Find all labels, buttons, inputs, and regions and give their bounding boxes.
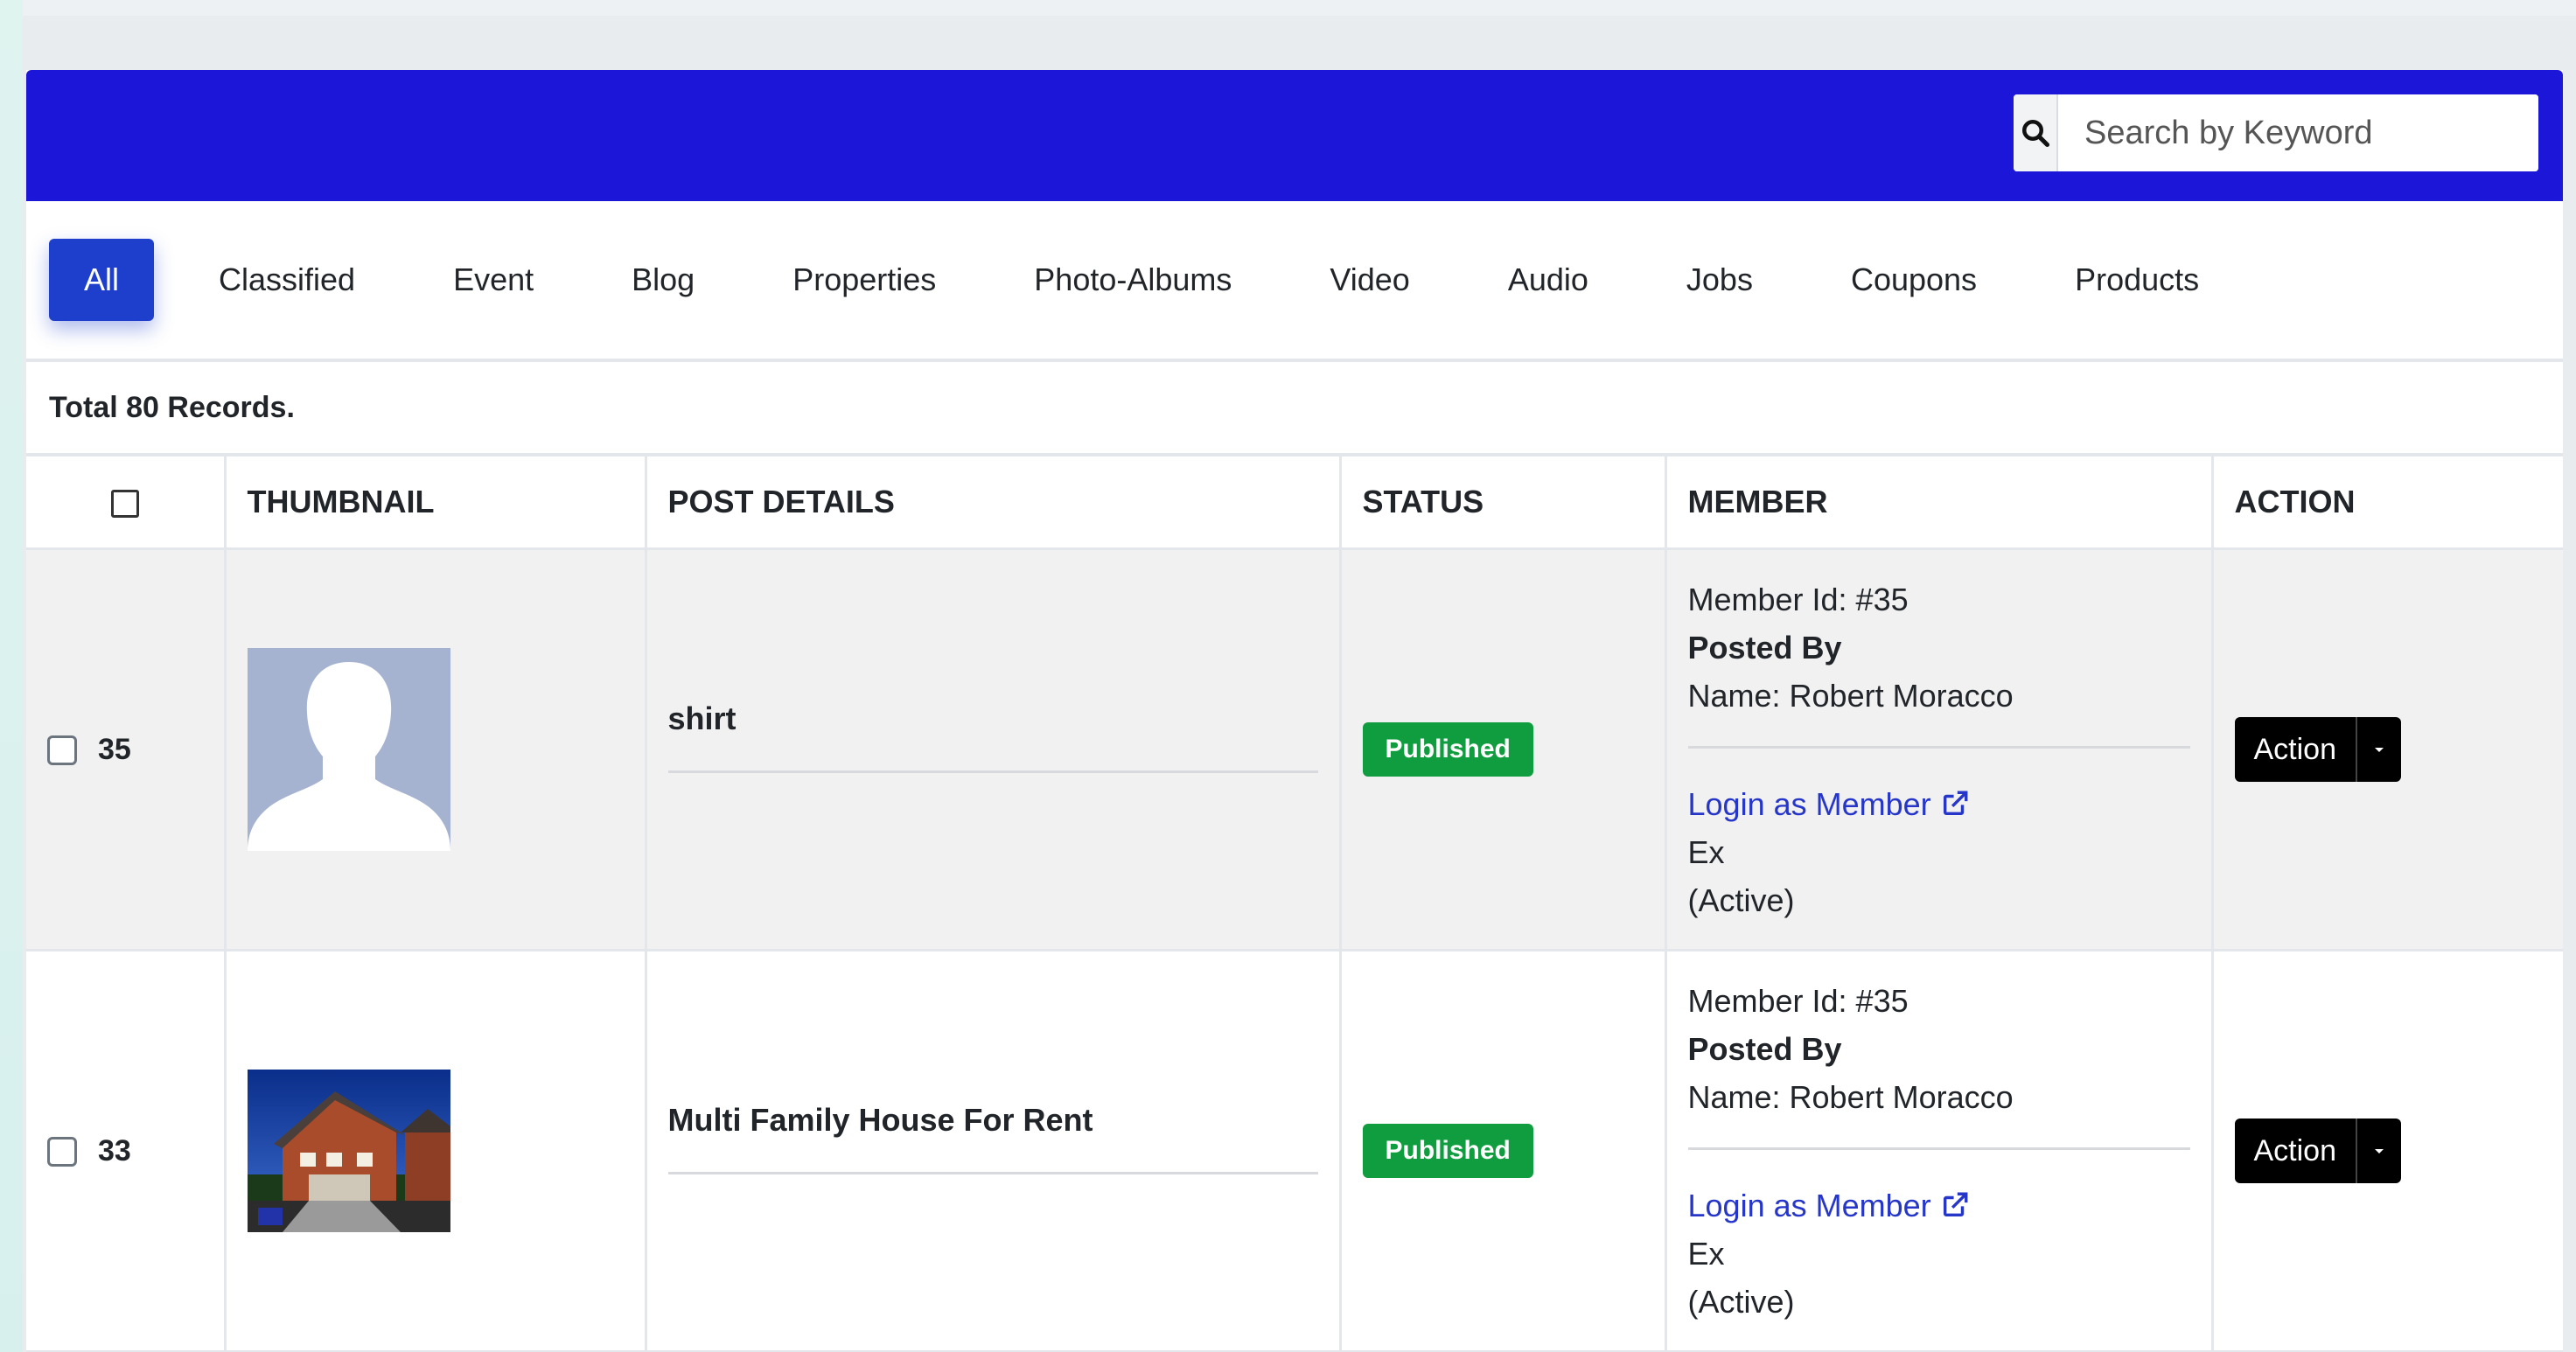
tab-blog[interactable]: Blog bbox=[583, 239, 743, 321]
search-icon bbox=[2021, 120, 2049, 148]
row-checkbox[interactable] bbox=[47, 1136, 77, 1167]
member-cell: Member Id: #35 Posted By Name: Robert Mo… bbox=[1665, 548, 2214, 951]
member-name: Name: Robert Moracco bbox=[1687, 1078, 2014, 1115]
member-divider bbox=[1687, 745, 2190, 749]
tab-photo-albums[interactable]: Photo-Albums bbox=[985, 239, 1281, 321]
top-strip bbox=[0, 0, 2576, 16]
select-cell: 35 bbox=[26, 548, 227, 951]
listings-table: THUMBNAIL POST DETAILS STATUS MEMBER ACT… bbox=[26, 456, 2563, 1352]
row-id: 33 bbox=[98, 1134, 131, 1168]
login-as-member-link[interactable]: Login as Member bbox=[1688, 1181, 2190, 1230]
thumbnail-cell bbox=[225, 950, 647, 1352]
col-action: ACTION bbox=[2212, 456, 2563, 550]
avatar-placeholder-image[interactable] bbox=[247, 648, 450, 851]
post-details-cell: shirt bbox=[646, 548, 1342, 951]
external-link-icon bbox=[1943, 1192, 1968, 1217]
member-type: Ex bbox=[1687, 1235, 1725, 1272]
member-id: Member Id: #35 bbox=[1687, 982, 1909, 1019]
search-input[interactable] bbox=[2058, 94, 2538, 171]
status-cell: Published bbox=[1340, 950, 1667, 1352]
post-title[interactable]: shirt bbox=[667, 700, 1318, 773]
login-link-label: Login as Member bbox=[1687, 1187, 1931, 1223]
tab-coupons[interactable]: Coupons bbox=[1802, 239, 2026, 321]
action-cell: Action bbox=[2212, 548, 2563, 951]
select-cell: 33 bbox=[26, 950, 227, 1352]
left-strip bbox=[0, 0, 23, 1352]
member-id: Member Id: #35 bbox=[1687, 581, 1909, 617]
tab-classified[interactable]: Classified bbox=[170, 239, 404, 321]
status-badge: Published bbox=[1362, 722, 1533, 777]
action-label: Action bbox=[2253, 732, 2337, 766]
action-cell: Action bbox=[2212, 950, 2563, 1352]
tab-video[interactable]: Video bbox=[1281, 239, 1458, 321]
action-label: Action bbox=[2253, 1133, 2337, 1167]
search-button[interactable] bbox=[2014, 94, 2058, 171]
tab-event[interactable]: Event bbox=[404, 239, 583, 321]
post-title[interactable]: Multi Family House For Rent bbox=[667, 1102, 1318, 1174]
external-link-icon bbox=[1943, 791, 1968, 816]
action-dropdown-button[interactable]: Action bbox=[2234, 1119, 2401, 1183]
posted-by-label: Posted By bbox=[1687, 1030, 1842, 1067]
posted-by-label: Posted By bbox=[1687, 629, 1842, 666]
member-name: Name: Robert Moracco bbox=[1687, 677, 2014, 714]
select-all-checkbox[interactable] bbox=[110, 490, 139, 519]
status-badge: Published bbox=[1362, 1124, 1533, 1178]
col-thumbnail: THUMBNAIL bbox=[225, 456, 647, 550]
member-divider bbox=[1687, 1146, 2190, 1150]
listings-panel: All Classified Event Blog Properties Pho… bbox=[26, 70, 2563, 1352]
panel-header bbox=[26, 70, 2563, 201]
login-link-label: Login as Member bbox=[1687, 785, 1931, 822]
member-type: Ex bbox=[1687, 833, 1725, 870]
action-dropdown-button[interactable]: Action bbox=[2234, 717, 2401, 782]
member-state: (Active) bbox=[1687, 1283, 1795, 1320]
tab-audio[interactable]: Audio bbox=[1459, 239, 1637, 321]
member-state: (Active) bbox=[1687, 882, 1795, 918]
row-checkbox[interactable] bbox=[47, 735, 77, 765]
search-box bbox=[2014, 94, 2538, 171]
col-status: STATUS bbox=[1340, 456, 1667, 550]
thumbnail-cell bbox=[225, 548, 647, 951]
table-row: 33 Multi Family House For Rent Published… bbox=[26, 950, 2563, 1352]
tab-products[interactable]: Products bbox=[2026, 239, 2248, 321]
member-cell: Member Id: #35 Posted By Name: Robert Mo… bbox=[1665, 950, 2214, 1352]
tab-all[interactable]: All bbox=[49, 239, 155, 321]
caret-down-icon[interactable] bbox=[2356, 1119, 2401, 1183]
select-all-cell bbox=[26, 456, 227, 550]
status-cell: Published bbox=[1340, 548, 1667, 951]
house-photo-image[interactable] bbox=[247, 1070, 450, 1232]
tab-properties[interactable]: Properties bbox=[743, 239, 985, 321]
total-records: Total 80 Records. bbox=[26, 362, 2563, 456]
tab-jobs[interactable]: Jobs bbox=[1637, 239, 1802, 321]
login-as-member-link[interactable]: Login as Member bbox=[1688, 780, 2190, 828]
table-header-row: THUMBNAIL POST DETAILS STATUS MEMBER ACT… bbox=[26, 456, 2563, 550]
row-id: 35 bbox=[98, 733, 131, 767]
col-post-details: POST DETAILS bbox=[646, 456, 1342, 550]
caret-down-icon[interactable] bbox=[2356, 717, 2401, 782]
post-details-cell: Multi Family House For Rent bbox=[646, 950, 1342, 1352]
table-row: 35 shirt Published Member Id: #35 Posted bbox=[26, 548, 2563, 951]
col-member: MEMBER bbox=[1665, 456, 2214, 550]
category-tabs: All Classified Event Blog Properties Pho… bbox=[26, 201, 2563, 362]
